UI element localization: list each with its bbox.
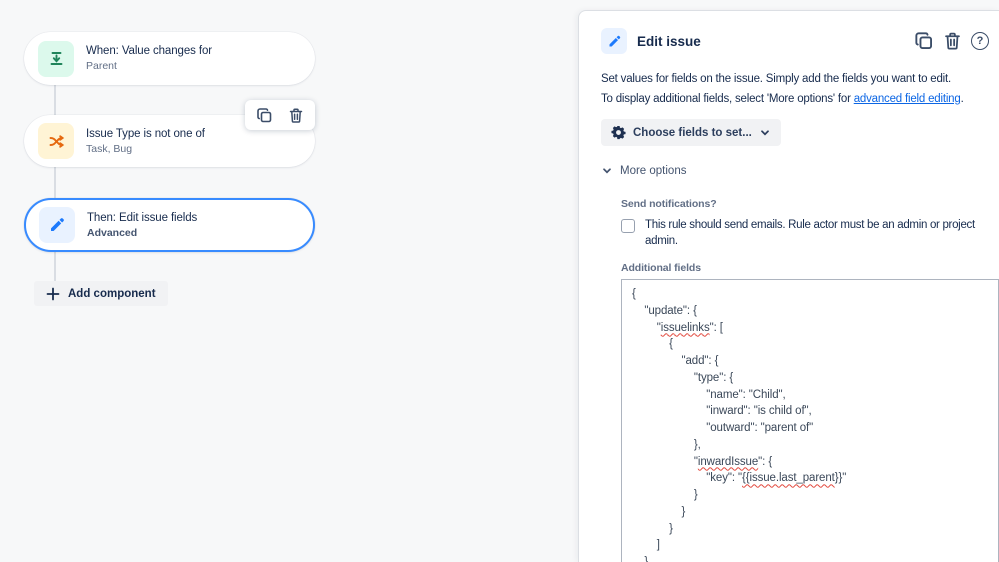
panel-header: Edit issue ? <box>601 28 991 54</box>
more-fields-suffix: . <box>960 93 964 105</box>
component-title: Then: Edit issue fields <box>87 211 198 224</box>
plus-icon <box>46 287 60 300</box>
panel-title: Edit issue <box>637 33 701 49</box>
send-emails-checkbox-label: This rule should send emails. Rule actor… <box>645 219 975 247</box>
chevron-down-icon <box>761 129 769 135</box>
more-options-section: Send notifications? This rule should sen… <box>621 198 999 562</box>
panel-more-fields-text: To display additional fields, select 'Mo… <box>601 93 991 105</box>
chevron-down-icon <box>603 168 611 174</box>
gear-icon <box>611 125 626 140</box>
component-hover-toolbar <box>245 100 315 130</box>
delete-component-button[interactable] <box>288 107 304 124</box>
jira-automation-rule-builder: { "colors": { "canvas_bg": "#f7f8f9", "s… <box>0 0 999 562</box>
advanced-field-editing-link[interactable]: advanced field editing <box>854 93 961 105</box>
rule-component-trigger[interactable]: When: Value changes for Parent <box>24 32 315 85</box>
question-mark-icon: ? <box>971 32 989 50</box>
component-subtitle: Advanced <box>87 226 138 239</box>
component-subtitle: Task, Bug <box>86 142 133 155</box>
choose-fields-label: Choose fields to set... <box>633 126 752 139</box>
component-title: Issue Type is not one of <box>86 127 205 140</box>
pencil-icon <box>601 28 627 54</box>
more-fields-prefix: To display additional fields, select 'Mo… <box>601 93 854 105</box>
add-component-label: Add component <box>68 287 156 300</box>
panel-intro-text: Set values for fields on the issue. Simp… <box>601 73 952 85</box>
component-subtitle: Parent <box>86 60 117 72</box>
rule-canvas: When: Value changes for Parent Issue Typ… <box>0 0 578 562</box>
send-notifications-label: Send notifications? <box>621 198 717 210</box>
field-value-changed-icon <box>38 40 74 77</box>
shuffle-icon <box>38 123 74 159</box>
more-options-toggle[interactable]: More options <box>601 165 686 177</box>
connector-line <box>54 85 56 115</box>
additional-fields-textarea[interactable]: { "update": { "issuelinks": [ { "add": {… <box>621 279 999 562</box>
send-emails-row: This rule should send emails. Rule actor… <box>621 218 991 249</box>
connector-line <box>54 252 56 281</box>
more-options-label: More options <box>620 165 687 177</box>
choose-fields-button[interactable]: Choose fields to set... <box>601 119 781 146</box>
additional-fields-label: Additional fields <box>621 262 701 274</box>
add-component-button[interactable]: Add component <box>34 281 168 306</box>
connector-line <box>54 167 56 198</box>
duplicate-action-button[interactable] <box>914 31 934 51</box>
component-title: When: Value changes for <box>86 45 212 57</box>
pencil-icon <box>39 207 75 243</box>
duplicate-component-button[interactable] <box>256 107 273 124</box>
help-button[interactable]: ? <box>971 32 989 50</box>
rule-component-action[interactable]: Then: Edit issue fields Advanced <box>24 198 315 252</box>
send-emails-checkbox[interactable] <box>621 219 635 233</box>
panel-actions: ? <box>914 31 989 51</box>
delete-action-button[interactable] <box>943 31 962 51</box>
component-editor-panel: Edit issue ? Set values for fields on th… <box>578 10 999 562</box>
